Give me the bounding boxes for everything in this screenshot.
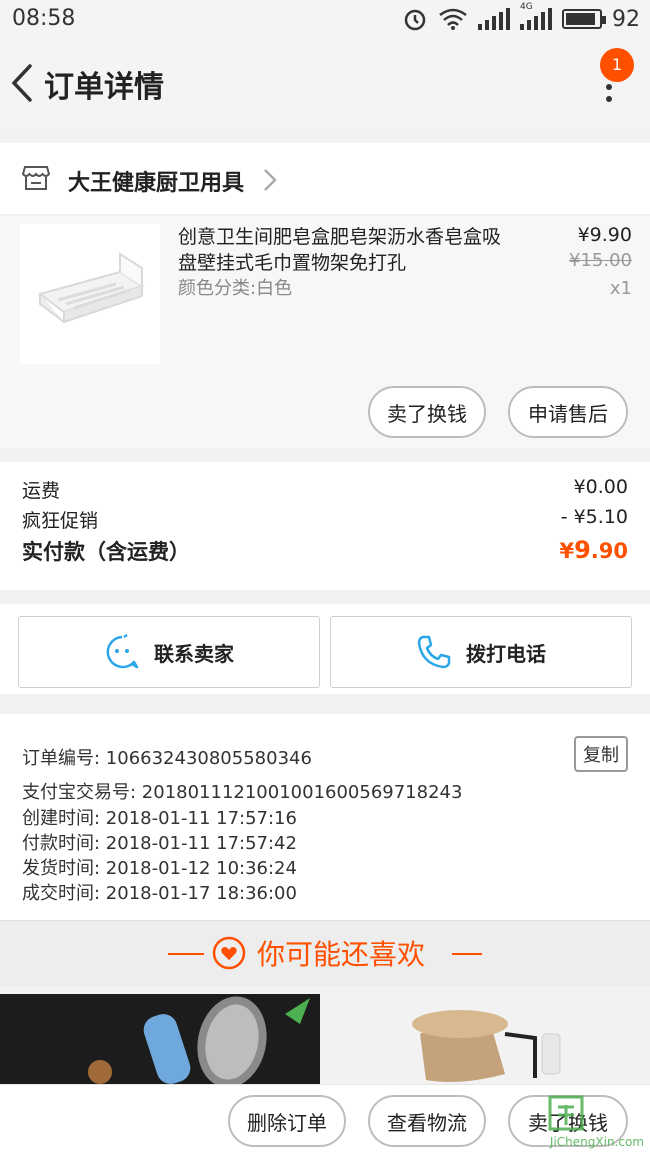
product-quantity: x1 xyxy=(609,278,632,299)
chat-icon xyxy=(106,634,139,669)
signal-4g-icon: 4G xyxy=(520,2,552,30)
network-type-label: 4G xyxy=(520,2,533,12)
product-original-price: ¥15.00 xyxy=(569,250,632,271)
battery-icon xyxy=(562,9,606,29)
notification-badge: 1 xyxy=(600,48,634,82)
contact-section: 联系卖家 拨打电话 xyxy=(0,604,650,694)
total-decimal: .90 xyxy=(590,539,628,563)
total-integer: 9 xyxy=(574,536,591,564)
status-bar: 08:58 4G 92 xyxy=(0,0,650,40)
chevron-right-icon xyxy=(264,169,277,191)
chevron-left-icon[interactable] xyxy=(8,62,38,104)
shipping-value: ¥0.00 xyxy=(573,476,628,498)
contact-seller-label: 联系卖家 xyxy=(154,641,234,666)
product-price: ¥9.90 xyxy=(577,224,632,246)
watermark-icon xyxy=(548,1095,584,1131)
order-number: 订单编号: 106632430805580346 xyxy=(22,748,312,769)
hairbrush-image xyxy=(0,994,320,1084)
recommend-tile-dryer-holder[interactable] xyxy=(330,994,650,1084)
view-logistics-button[interactable]: 查看物流 xyxy=(368,1095,486,1147)
watermark-logo: JiChengXin.com xyxy=(526,1089,646,1155)
recommend-title-text: 你可能还喜欢 xyxy=(256,938,425,971)
fee-summary: 运费 ¥0.00 疯狂促销 - ¥5.10 实付款（含运费） ¥9.90 xyxy=(0,462,650,590)
page-title: 订单详情 xyxy=(44,70,164,105)
watermark-text: JiChengXin.com xyxy=(549,1135,644,1149)
product-title[interactable]: 创意卫生间肥皂盒肥皂架沥水香皂盒吸盘壁挂式毛巾置物架免打孔 xyxy=(178,224,518,276)
total-row: 实付款（含运费） ¥9.90 xyxy=(22,536,628,566)
recommend-grid xyxy=(0,994,650,1084)
contact-seller-button[interactable]: 联系卖家 xyxy=(18,616,320,688)
wifi-icon xyxy=(439,8,467,30)
total-label: 实付款（含运费） xyxy=(22,540,190,564)
promo-value: - ¥5.10 xyxy=(560,506,628,528)
dryer-holder-image xyxy=(330,994,650,1084)
alipay-trade-number: 支付宝交易号: 2018011121001001600569718243 xyxy=(22,782,463,803)
promo-label: 疯狂促销 xyxy=(22,510,99,532)
copy-order-button[interactable]: 复制 xyxy=(574,736,628,772)
store-icon xyxy=(22,166,50,190)
call-phone-button[interactable]: 拨打电话 xyxy=(330,616,632,688)
shop-header[interactable]: 大王健康厨卫用具 xyxy=(0,143,650,215)
order-info: 订单编号: 106632430805580346 复制 支付宝交易号: 2018… xyxy=(0,714,650,920)
delete-order-button[interactable]: 删除订单 xyxy=(228,1095,346,1147)
battery-level xyxy=(566,13,596,25)
paid-time: 付款时间: 2018-01-11 17:57:42 xyxy=(22,833,297,854)
shop-name: 大王健康厨卫用具 xyxy=(68,171,245,196)
sell-resale-button[interactable]: 卖了换钱 xyxy=(368,386,486,438)
divider-right xyxy=(452,953,482,955)
shipping-label: 运费 xyxy=(22,480,61,502)
total-currency: ¥ xyxy=(559,539,575,563)
created-time: 创建时间: 2018-01-11 17:57:16 xyxy=(22,808,297,829)
nav-bar: 订单详情 1 xyxy=(0,40,650,126)
total-value: ¥9.90 xyxy=(559,536,628,566)
signal-icon xyxy=(478,8,510,30)
recommend-title: 你可能还喜欢 xyxy=(0,933,650,973)
call-phone-label: 拨打电话 xyxy=(466,641,546,666)
promo-row: 疯狂促销 - ¥5.10 xyxy=(22,506,628,533)
after-sales-button[interactable]: 申请售后 xyxy=(508,386,628,438)
battery-percent: 92 xyxy=(612,6,640,32)
phone-icon xyxy=(417,635,451,669)
product-item[interactable]: 创意卫生间肥皂盒肥皂架沥水香皂盒吸盘壁挂式毛巾置物架免打孔 颜色分类:白色 ¥9… xyxy=(0,216,650,448)
bottom-action-bar: 删除订单 查看物流 卖了换钱 JiChengXin.com xyxy=(0,1084,650,1155)
completed-time: 成交时间: 2018-01-17 18:36:00 xyxy=(22,883,297,904)
product-sku: 颜色分类:白色 xyxy=(178,278,293,299)
alarm-icon xyxy=(404,9,426,31)
soap-holder-illustration xyxy=(37,252,145,324)
shipping-row: 运费 ¥0.00 xyxy=(22,476,628,503)
product-image[interactable] xyxy=(20,224,160,364)
status-time: 08:58 xyxy=(12,6,76,31)
shipped-time: 发货时间: 2018-01-12 10:36:24 xyxy=(22,858,297,879)
recommend-header: 你可能还喜欢 xyxy=(0,920,650,986)
status-icons: 4G 92 xyxy=(402,2,640,32)
recommend-tile-hairbrush[interactable] xyxy=(0,994,320,1084)
